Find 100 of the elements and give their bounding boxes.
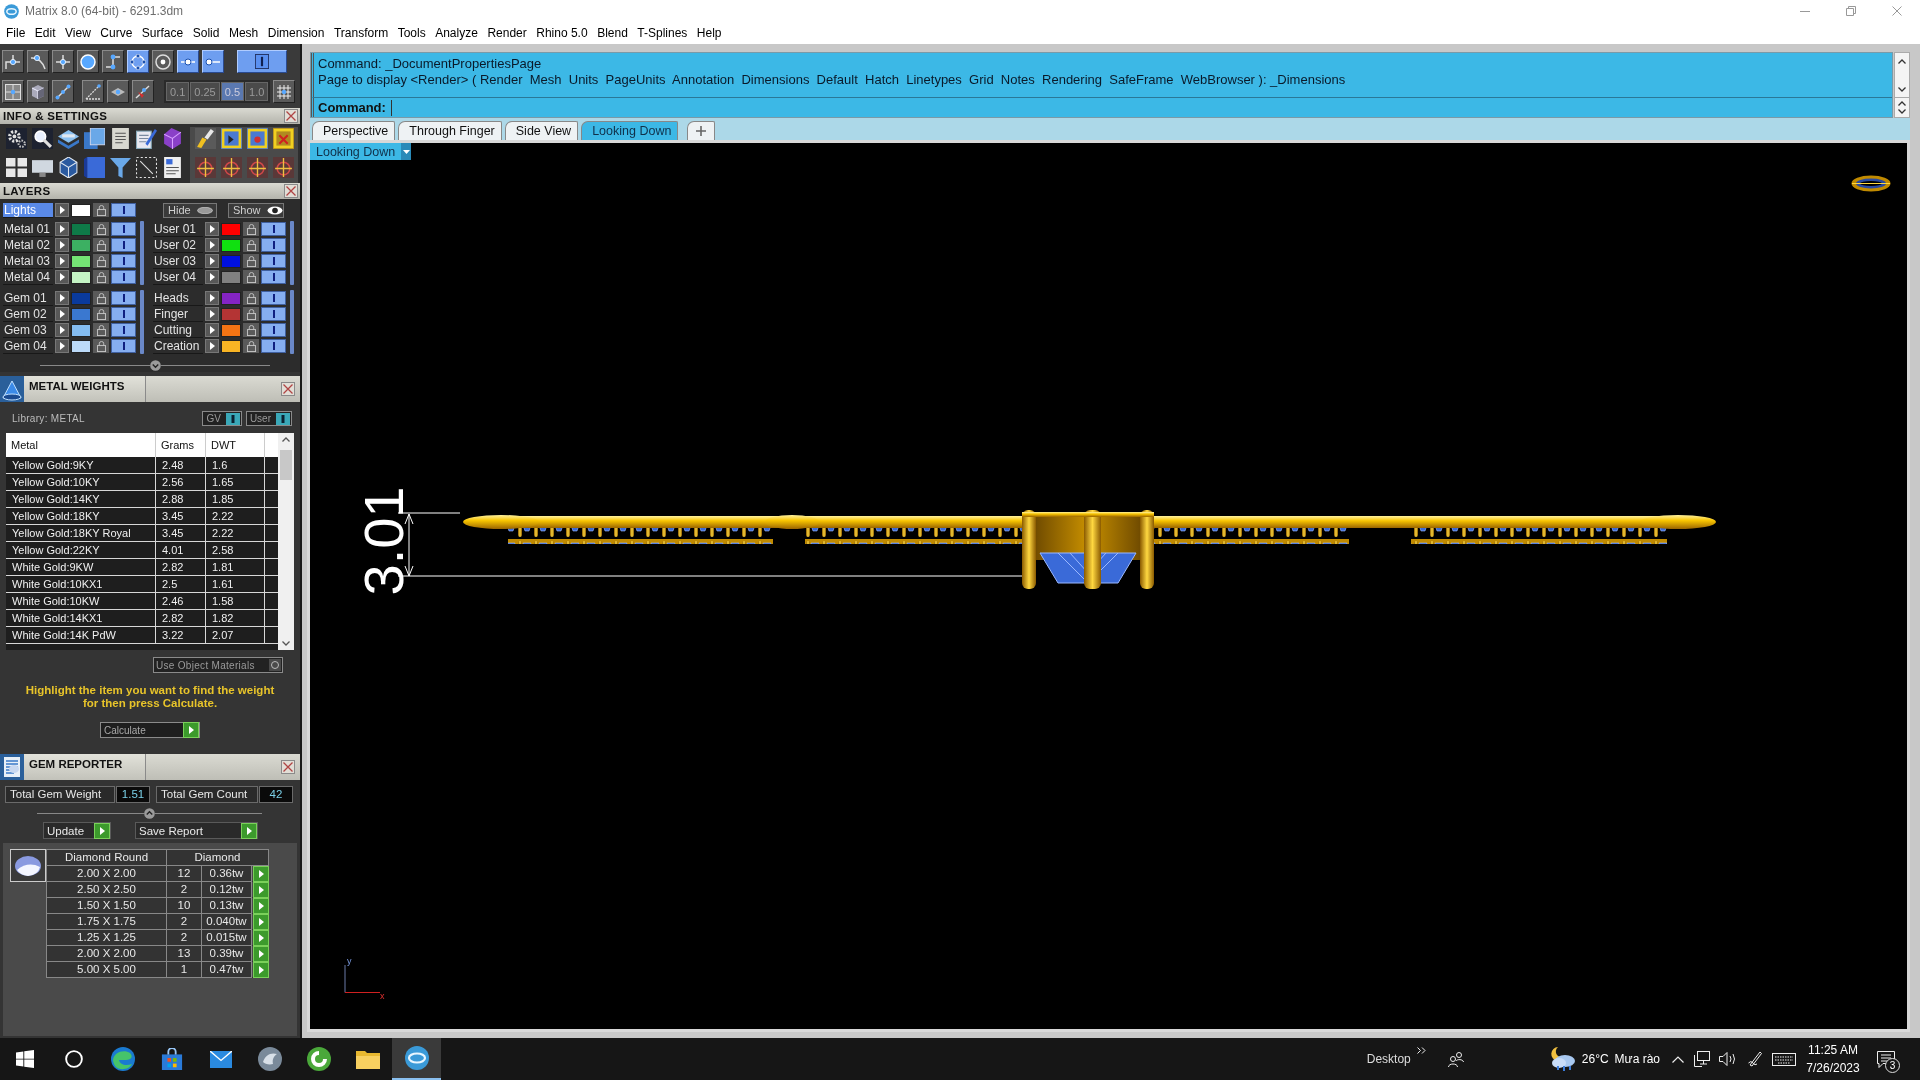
table-cell[interactable]: Yellow Gold:10KY (6, 474, 156, 491)
layer-toggle[interactable] (261, 307, 286, 321)
snap-toggle[interactable] (77, 50, 99, 73)
table-cell[interactable]: 1.58 (206, 593, 265, 610)
settings-button[interactable] (161, 127, 183, 149)
table-cell[interactable]: 0.39tw (202, 946, 252, 962)
tool-button[interactable] (27, 80, 49, 103)
menu-item[interactable]: Edit (30, 26, 60, 40)
close-button[interactable] (281, 760, 295, 774)
menu-item[interactable]: Curve (96, 26, 137, 40)
layer-toggle[interactable] (261, 291, 286, 305)
settings-button[interactable] (220, 127, 242, 149)
layer-name[interactable]: Metal 02 (3, 237, 53, 253)
lock-button[interactable] (93, 339, 109, 353)
layer-name[interactable]: User 01 (153, 221, 203, 237)
color-swatch[interactable] (71, 291, 91, 305)
column-header[interactable]: Metal (6, 433, 156, 457)
layer-name[interactable]: User 02 (153, 237, 203, 253)
table-cell[interactable]: 2.82 (156, 610, 206, 627)
layer-toggle[interactable] (111, 291, 136, 305)
layer-menu-button[interactable] (205, 323, 219, 337)
table-cell[interactable]: Yellow Gold:18KY (6, 508, 156, 525)
table-cell[interactable]: 2.22 (206, 525, 265, 542)
menu-item[interactable]: Mesh (224, 26, 263, 40)
settings-button[interactable] (246, 156, 268, 178)
calculate-button[interactable]: Calculate (100, 722, 200, 738)
table-cell[interactable]: 2.50 X 2.50 (47, 882, 167, 898)
layer-menu-button[interactable] (55, 203, 69, 217)
color-swatch[interactable] (221, 339, 241, 353)
layer-toggle[interactable] (261, 339, 286, 353)
tool-button[interactable] (82, 80, 104, 103)
view-menu-button[interactable] (401, 143, 412, 160)
table-cell[interactable]: 1.85 (206, 491, 265, 508)
collapse-button[interactable] (149, 360, 161, 371)
snap-toggle[interactable] (52, 50, 74, 73)
table-cell[interactable]: White Gold:10KW (6, 593, 156, 610)
table-cell[interactable]: 0.12tw (202, 882, 252, 898)
lock-button[interactable] (243, 222, 259, 236)
table-cell[interactable]: 0.47tw (202, 962, 252, 978)
scroll-thumb[interactable] (280, 450, 292, 480)
tool-button[interactable] (2, 80, 24, 103)
layer-name[interactable]: Creation (153, 338, 203, 354)
lock-button[interactable] (93, 238, 109, 252)
scroll-bar[interactable] (278, 433, 294, 650)
table-cell[interactable]: White Gold:14K PdW (6, 627, 156, 644)
show-button[interactable]: Show (228, 202, 284, 218)
color-swatch[interactable] (71, 254, 91, 268)
layer-name[interactable]: User 04 (153, 269, 203, 285)
layer-toggle[interactable] (111, 222, 136, 236)
layer-menu-button[interactable] (205, 339, 219, 353)
snap-toggle[interactable] (237, 50, 287, 73)
color-swatch[interactable] (221, 307, 241, 321)
layer-toggle[interactable] (111, 203, 136, 217)
layer-toggle[interactable] (261, 238, 286, 252)
table-cell[interactable]: Yellow Gold:14KY (6, 491, 156, 508)
menu-item[interactable]: Help (692, 26, 726, 40)
settings-button[interactable] (161, 156, 183, 178)
view-name-button[interactable]: Looking Down (310, 143, 402, 160)
layer-toggle[interactable] (111, 270, 136, 284)
table-cell[interactable]: 2.46 (156, 593, 206, 610)
settings-button[interactable] (31, 127, 53, 149)
view-tab[interactable]: Perspective (312, 121, 396, 140)
grid-button[interactable] (273, 80, 296, 103)
menu-item[interactable]: Render (483, 26, 531, 40)
color-swatch[interactable] (221, 238, 241, 252)
lock-button[interactable] (93, 307, 109, 321)
tool-button[interactable] (132, 80, 154, 103)
lock-button[interactable] (243, 238, 259, 252)
table-cell[interactable]: 1.82 (206, 610, 265, 627)
table-cell[interactable]: White Gold:10KX1 (6, 576, 156, 593)
table-cell[interactable]: 3.45 (156, 508, 206, 525)
table-cell[interactable]: 1.50 X 1.50 (47, 898, 167, 914)
color-swatch[interactable] (71, 339, 91, 353)
table-cell[interactable]: 1.61 (206, 576, 265, 593)
update-button[interactable]: Update (43, 822, 111, 839)
settings-button[interactable] (5, 127, 27, 149)
table-cell[interactable]: 1.65 (206, 474, 265, 491)
layer-toggle[interactable] (261, 323, 286, 337)
layer-toggle[interactable] (261, 270, 286, 284)
lock-button[interactable] (243, 254, 259, 268)
snap-toggle[interactable] (102, 50, 124, 73)
table-cell[interactable]: 1.6 (206, 457, 265, 474)
menu-item[interactable]: Transform (329, 26, 393, 40)
table-cell[interactable]: Yellow Gold:18KY Royal (6, 525, 156, 542)
weather-temperature[interactable]: 26°C (1581, 1052, 1609, 1066)
lock-button[interactable] (243, 270, 259, 284)
layer-name[interactable]: Cutting (153, 322, 203, 338)
lock-button[interactable] (93, 291, 109, 305)
scroll-down-button[interactable] (1895, 107, 1909, 116)
table-cell[interactable]: 1 (167, 962, 202, 978)
table-cell[interactable]: 2 (167, 930, 202, 946)
table-cell[interactable]: 2.88 (156, 491, 206, 508)
lock-button[interactable] (93, 222, 109, 236)
settings-button[interactable] (135, 127, 157, 149)
table-cell[interactable]: 2.82 (156, 559, 206, 576)
lock-button[interactable] (93, 323, 109, 337)
table-cell[interactable]: 2 (167, 882, 202, 898)
settings-button[interactable] (83, 127, 105, 149)
layer-name[interactable]: Gem 02 (3, 306, 53, 322)
layer-toggle[interactable] (111, 254, 136, 268)
